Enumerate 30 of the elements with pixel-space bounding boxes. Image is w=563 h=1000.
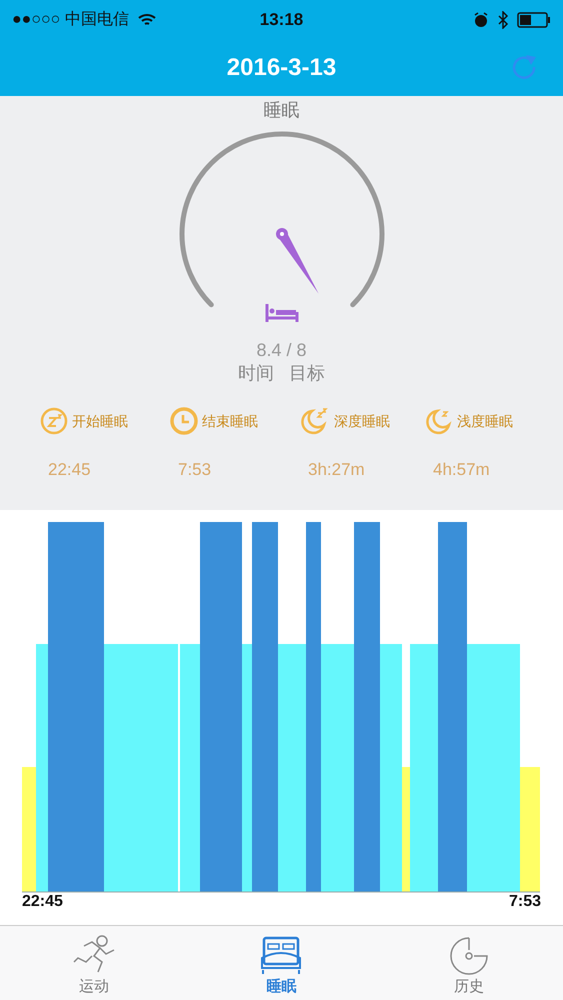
carrier-name: ●●○○○ 中国电信 bbox=[12, 10, 129, 30]
bed-icon bbox=[264, 302, 298, 324]
tab-item[interactable]: 历史 bbox=[375, 926, 563, 1000]
stat-value: 3h:27m bbox=[308, 459, 366, 481]
moon-icon bbox=[425, 407, 453, 435]
moon-icon bbox=[300, 407, 330, 435]
gauge-title: 睡眠 bbox=[264, 99, 300, 121]
stat-value: 4h:57m bbox=[433, 459, 491, 481]
stat-label: 结束睡眠 bbox=[202, 412, 258, 430]
battery-icon bbox=[517, 12, 551, 28]
date-title: 2016-3-13 bbox=[226, 53, 336, 83]
bed-icon bbox=[260, 936, 302, 976]
stat-value: 7:53 bbox=[178, 459, 212, 481]
stat-label: 浅度睡眠 bbox=[457, 412, 513, 430]
tab-item[interactable]: 睡眠 bbox=[188, 926, 376, 1000]
gauge-caption: 时间 目标 bbox=[238, 362, 325, 385]
clock-icon bbox=[170, 407, 198, 435]
chart-start-time: 22:45 bbox=[22, 892, 63, 912]
stat-label: 开始睡眠 bbox=[72, 412, 128, 430]
stat-label: 深度睡眠 bbox=[334, 412, 390, 430]
sleep-z-icon bbox=[40, 407, 68, 435]
chart-end-time: 7:53 bbox=[508, 892, 541, 912]
alarm-icon bbox=[473, 12, 489, 28]
dial-icon bbox=[449, 936, 490, 976]
wifi-icon bbox=[136, 12, 157, 28]
status-time: 13:18 bbox=[260, 9, 304, 32]
gauge-reading: 8.4 / 8 bbox=[256, 339, 307, 361]
bluetooth-icon bbox=[497, 11, 509, 29]
tab-item[interactable]: 运动 bbox=[0, 926, 188, 1000]
stat-value: 22:45 bbox=[48, 459, 92, 481]
